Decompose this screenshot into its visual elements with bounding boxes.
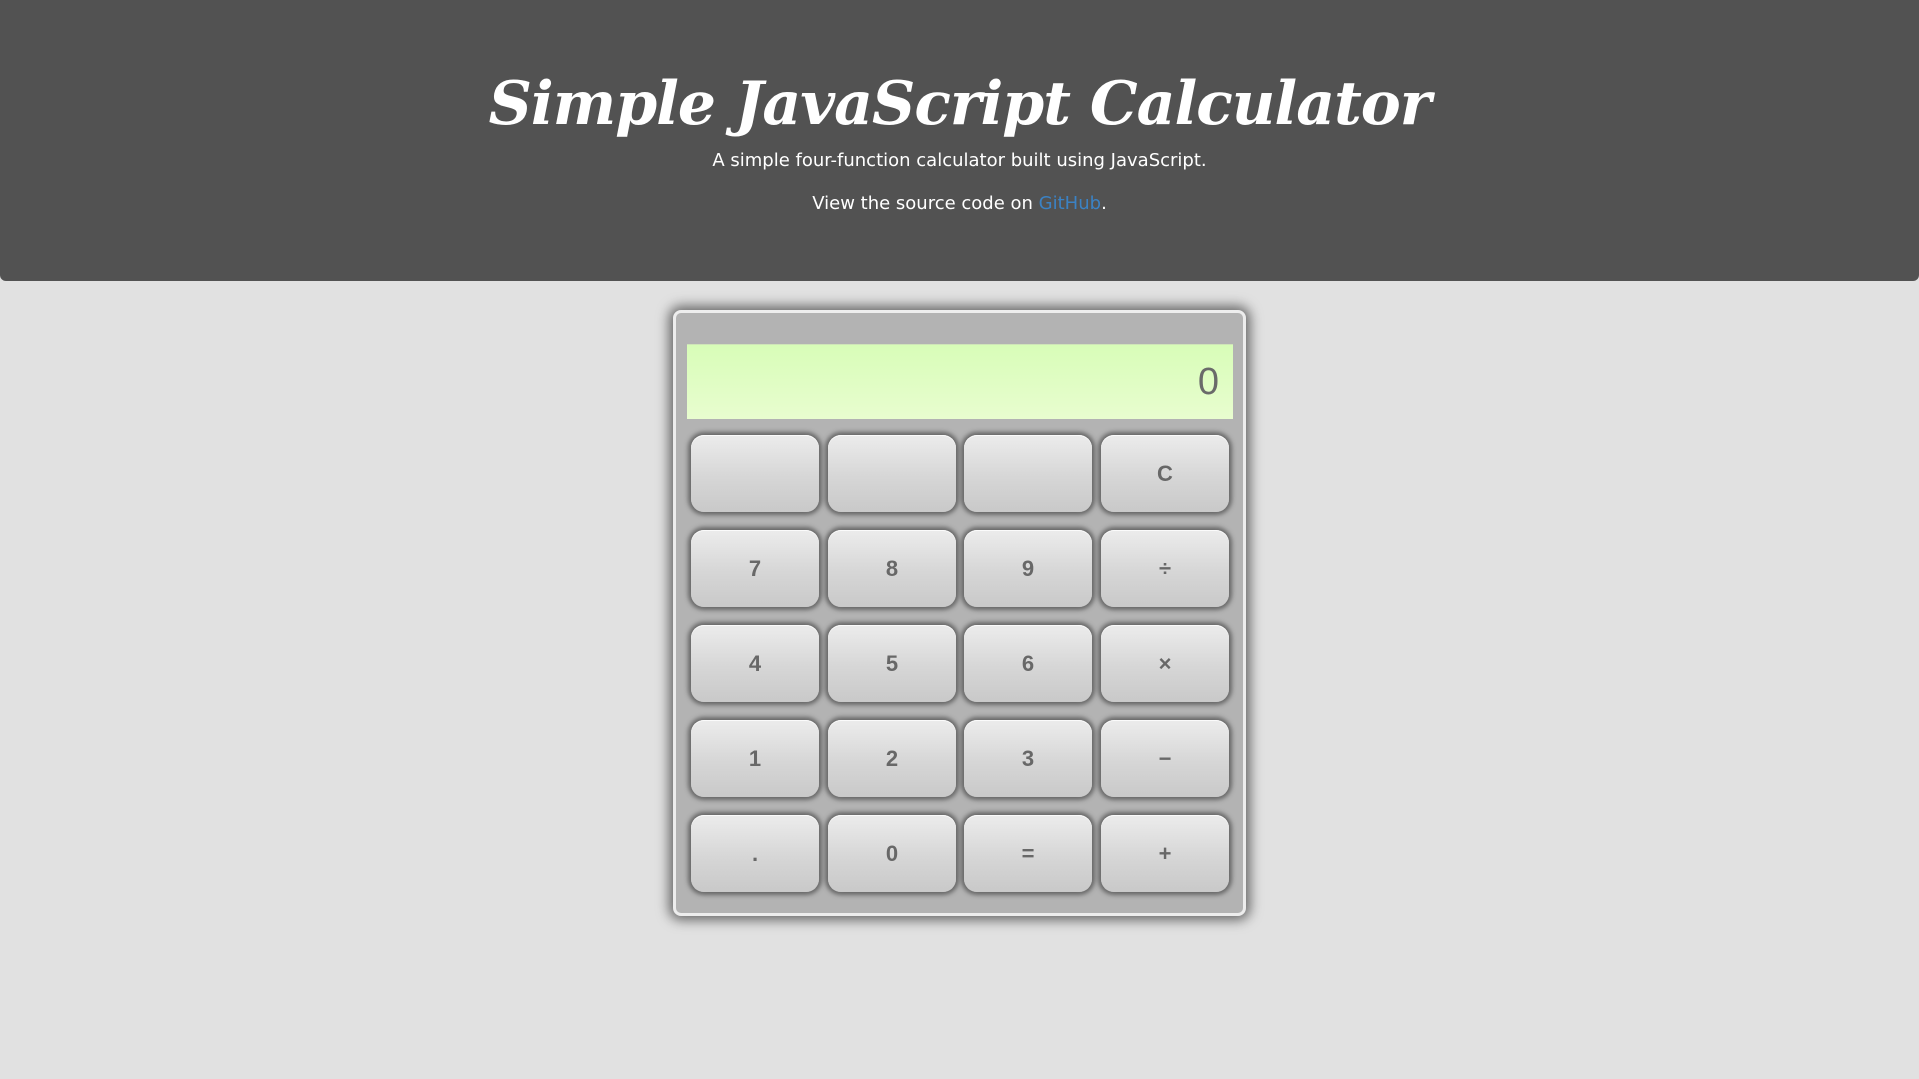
subtract-button[interactable]: − (1101, 720, 1229, 797)
clear-button[interactable]: C (1101, 435, 1229, 512)
digit-8-button[interactable]: 8 (828, 530, 956, 607)
source-suffix-text: . (1101, 193, 1107, 214)
multiply-button[interactable]: × (1101, 625, 1229, 702)
digit-4-button[interactable]: 4 (691, 625, 819, 702)
add-button[interactable]: + (1101, 815, 1229, 892)
digit-7-button[interactable]: 7 (691, 530, 819, 607)
digit-3-button[interactable]: 3 (964, 720, 1092, 797)
divide-button[interactable]: ÷ (1101, 530, 1229, 607)
page-subtitle: A simple four-function calculator built … (712, 150, 1207, 171)
source-line: View the source code on GitHub. (0, 191, 1919, 217)
calculator-keypad: C 7 8 9 ÷ 4 5 6 × 1 2 3 − . 0 = + (691, 435, 1233, 895)
page-header: Simple JavaScript Calculator A simple fo… (0, 0, 1919, 281)
calculator-display: 0 (687, 344, 1233, 419)
digit-2-button[interactable]: 2 (828, 720, 956, 797)
blank-key-1[interactable] (691, 435, 819, 512)
blank-key-2[interactable] (828, 435, 956, 512)
digit-0-button[interactable]: 0 (828, 815, 956, 892)
calculator: 0 C 7 8 9 ÷ 4 5 6 × 1 2 3 − . 0 = + (673, 310, 1246, 916)
digit-1-button[interactable]: 1 (691, 720, 819, 797)
decimal-button[interactable]: . (691, 815, 819, 892)
digit-5-button[interactable]: 5 (828, 625, 956, 702)
digit-6-button[interactable]: 6 (964, 625, 1092, 702)
digit-9-button[interactable]: 9 (964, 530, 1092, 607)
equals-button[interactable]: = (964, 815, 1092, 892)
source-prefix-text: View the source code on (812, 193, 1039, 214)
page-title: Simple JavaScript Calculator (488, 69, 1432, 139)
github-link[interactable]: GitHub (1039, 193, 1101, 214)
blank-key-3[interactable] (964, 435, 1092, 512)
